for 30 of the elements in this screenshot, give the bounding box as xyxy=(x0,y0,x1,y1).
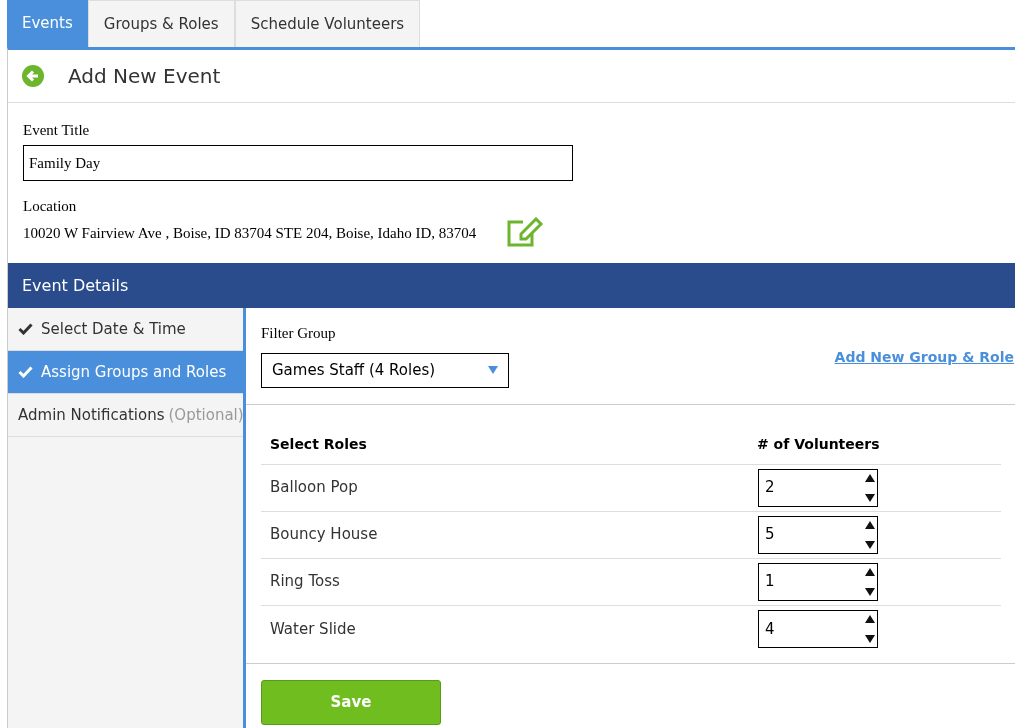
nav-tab[interactable]: Schedule Volunteers xyxy=(234,0,421,47)
role-name: Balloon Pop xyxy=(269,477,359,499)
volunteer-count-input[interactable]: 4 xyxy=(758,610,878,648)
step-note: (Optional) xyxy=(168,404,244,426)
page-title: Add New Event xyxy=(68,63,221,90)
column-header: # of Volunteers xyxy=(757,434,880,454)
volunteer-count-input[interactable]: 2 xyxy=(758,468,878,507)
spinner-arrows-icon[interactable] xyxy=(865,614,875,644)
group-dropdown[interactable]: Games Staff (4 Roles) xyxy=(261,352,509,388)
spinner-arrows-icon[interactable] xyxy=(865,566,875,597)
step-label: Assign Groups and Roles xyxy=(41,361,227,383)
section-title: Event Details xyxy=(22,274,129,297)
volunteer-count-input[interactable]: 5 xyxy=(758,515,878,554)
spinner-arrows-icon[interactable] xyxy=(865,519,875,550)
spinner-arrows-icon[interactable] xyxy=(865,472,875,503)
nav-tab[interactable]: Groups & Roles xyxy=(87,0,235,47)
step-item[interactable]: Admin Notifications (Optional) xyxy=(8,394,243,437)
role-name: Water Slide xyxy=(269,618,357,640)
dropdown-caret-icon xyxy=(488,366,498,374)
event-title-input[interactable]: Family Day xyxy=(23,145,573,181)
volunteer-count-input[interactable]: 1 xyxy=(758,562,878,601)
field-label: Location xyxy=(23,197,78,216)
field-label: Event Title xyxy=(23,121,91,140)
role-name: Bouncy House xyxy=(269,524,379,546)
column-header: Select Roles xyxy=(269,434,368,454)
step-label: Select Date & Time xyxy=(41,318,186,340)
role-name: Ring Toss xyxy=(269,571,341,593)
location-text: 10020 W Fairview Ave , Boise, ID 83704 STE 204, Boise, Idaho ID, 83704 xyxy=(23,223,477,243)
step-label: Admin Notifications xyxy=(18,404,165,426)
filter-label: Filter Group xyxy=(261,324,337,343)
